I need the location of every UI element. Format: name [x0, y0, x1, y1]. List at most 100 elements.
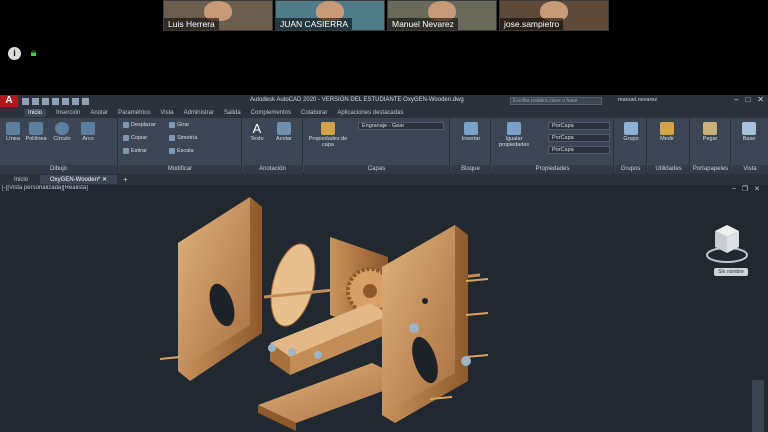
- match-properties-button[interactable]: Igualar propiedades: [494, 122, 534, 148]
- right-side-plate[interactable]: [382, 225, 468, 423]
- rotate-icon: [169, 122, 175, 128]
- redo-icon[interactable]: [82, 97, 89, 105]
- tab-anotar[interactable]: Anotar: [90, 110, 108, 116]
- panel-modificar: Desplazar Girar Copiar Simetría Estirar …: [119, 118, 242, 174]
- close-icon[interactable]: ✕: [757, 95, 764, 104]
- paste-button[interactable]: Pegar: [697, 122, 723, 142]
- file-tab-start[interactable]: Inicio: [4, 176, 38, 184]
- autocad-logo-icon[interactable]: A: [0, 95, 18, 107]
- meeting-strip: Luis Herrera JUAN CASIERRA Manuel Nevare…: [0, 0, 768, 95]
- user-account[interactable]: manuel.nevarez: [618, 97, 657, 103]
- move-button[interactable]: Desplazar: [123, 122, 156, 128]
- participant-name: Luis Herrera: [164, 18, 219, 30]
- ucs-name[interactable]: Sin nombre: [714, 268, 748, 276]
- panel-title-portapapeles[interactable]: Portapapeles: [691, 165, 730, 174]
- window-controls: – □ ✕: [734, 95, 764, 104]
- lineweight-dropdown[interactable]: PorCapa: [548, 146, 610, 154]
- save-icon[interactable]: [42, 97, 49, 105]
- disc[interactable]: [263, 239, 322, 330]
- measure-button[interactable]: Medir: [652, 122, 682, 142]
- participant-tile[interactable]: jose.sampietro: [499, 0, 609, 31]
- open-icon[interactable]: [32, 97, 39, 105]
- close-tab-icon[interactable]: ✕: [102, 177, 107, 183]
- panel-title-bloque[interactable]: Bloque: [451, 165, 490, 174]
- arc-label: Arco: [82, 136, 94, 142]
- mirror-icon: [169, 135, 175, 141]
- panel-title-vista[interactable]: Vista: [732, 165, 768, 174]
- stretch-button[interactable]: Estirar: [123, 148, 147, 154]
- new-tab-button[interactable]: +: [119, 175, 132, 184]
- panel-title-grupos[interactable]: Grupos: [615, 165, 646, 174]
- line-button[interactable]: Línea: [2, 122, 24, 142]
- scale-button[interactable]: Escala: [169, 148, 194, 154]
- dimension-icon: [277, 122, 291, 135]
- left-side-plate[interactable]: [178, 197, 262, 381]
- layer-dropdown[interactable]: Engranaje - Gear: [358, 122, 444, 130]
- match-properties-label: Igualar propiedades: [498, 136, 530, 148]
- stretch-icon: [123, 148, 129, 154]
- panel-title-dibujo[interactable]: Dibujo: [0, 165, 117, 174]
- mirror-button[interactable]: Simetría: [169, 135, 197, 141]
- panel-title-modificar[interactable]: Modificar: [119, 165, 241, 174]
- participant-tile[interactable]: JUAN CASIERRA: [275, 0, 385, 31]
- linetype-dropdown[interactable]: PorCapa: [548, 134, 610, 142]
- polyline-button[interactable]: Polilínea: [24, 122, 48, 142]
- base-view-button[interactable]: Base: [736, 122, 762, 142]
- line-label: Línea: [6, 136, 20, 142]
- new-icon[interactable]: [22, 97, 29, 105]
- panel-title-propiedades[interactable]: Propiedades: [492, 165, 613, 174]
- 3d-model[interactable]: [0, 185, 768, 432]
- panel-dibujo: Línea Polilínea Círculo Arco Dibujo: [0, 118, 118, 174]
- file-tab-drawing[interactable]: OxyGEN-Wooden* ✕: [40, 175, 117, 184]
- participant-tile[interactable]: Manuel Nevarez: [387, 0, 497, 31]
- mirror-label: Simetría: [177, 135, 198, 141]
- navigation-bar[interactable]: [752, 380, 764, 432]
- save-as-icon[interactable]: [52, 97, 59, 105]
- participant-name: jose.sampietro: [500, 18, 564, 30]
- text-button[interactable]: A Texto: [245, 122, 269, 142]
- tab-parametrico[interactable]: Paramétrico: [118, 110, 150, 116]
- viewcube[interactable]: [703, 215, 753, 265]
- arc-button[interactable]: Arco: [78, 122, 98, 142]
- panel-title-anotacion[interactable]: Anotación: [243, 165, 302, 174]
- lock-icon[interactable]: 🔒︎: [27, 47, 40, 60]
- panel-title-utilidades[interactable]: Utilidades: [648, 165, 689, 174]
- group-button[interactable]: Grupo: [618, 122, 644, 142]
- maximize-icon[interactable]: □: [745, 95, 750, 104]
- window-title: Autodesk AutoCAD 2020 - VERSIÓN DEL ESTU…: [250, 97, 464, 103]
- paste-icon: [703, 122, 717, 135]
- rotate-button[interactable]: Girar: [169, 122, 189, 128]
- polyline-label: Polilínea: [25, 136, 47, 142]
- print-icon[interactable]: [62, 97, 69, 105]
- rotate-label: Girar: [177, 122, 190, 128]
- panel-vista: Base Vista: [732, 118, 768, 174]
- panel-title-capas[interactable]: Capas: [304, 165, 449, 174]
- file-tabs: Inicio OxyGEN-Wooden* ✕ +: [0, 174, 768, 185]
- participant-tile[interactable]: Luis Herrera: [163, 0, 273, 31]
- tab-complementos[interactable]: Complementos: [251, 110, 291, 116]
- search-input[interactable]: Escriba palabra clave o frase: [510, 97, 602, 105]
- group-label: Grupo: [623, 136, 639, 142]
- copy-button[interactable]: Copiar: [123, 135, 147, 141]
- insert-button[interactable]: Insertar: [455, 122, 487, 142]
- text-icon: A: [252, 121, 262, 136]
- circle-button[interactable]: Círculo: [50, 122, 74, 142]
- tab-insercion[interactable]: Inserción: [56, 110, 80, 116]
- drawing-viewport[interactable]: [-][Vista personalizada][Realista] – ❐ ✕: [0, 185, 768, 432]
- undo-icon[interactable]: [72, 97, 79, 105]
- panel-grupos: Grupo Grupos: [615, 118, 647, 174]
- tab-aplicaciones[interactable]: Aplicaciones destacadas: [337, 110, 403, 116]
- tab-salida[interactable]: Salida: [224, 110, 241, 116]
- tab-administrar[interactable]: Administrar: [184, 110, 214, 116]
- dimension-button[interactable]: Acotar: [271, 122, 297, 142]
- line-icon: [6, 122, 20, 135]
- minimize-icon[interactable]: –: [734, 95, 738, 104]
- tab-colaborar[interactable]: Colaborar: [301, 110, 327, 116]
- tab-vista[interactable]: Vista: [160, 110, 173, 116]
- color-dropdown[interactable]: PorCapa: [548, 122, 610, 130]
- tab-inicio[interactable]: Inicio: [24, 108, 47, 117]
- layer-properties-icon: [321, 122, 335, 135]
- layer-properties-button[interactable]: Propiedades de capa: [308, 122, 348, 148]
- panel-portapapeles: Pegar Portapapeles: [691, 118, 731, 174]
- info-icon[interactable]: i: [8, 47, 21, 60]
